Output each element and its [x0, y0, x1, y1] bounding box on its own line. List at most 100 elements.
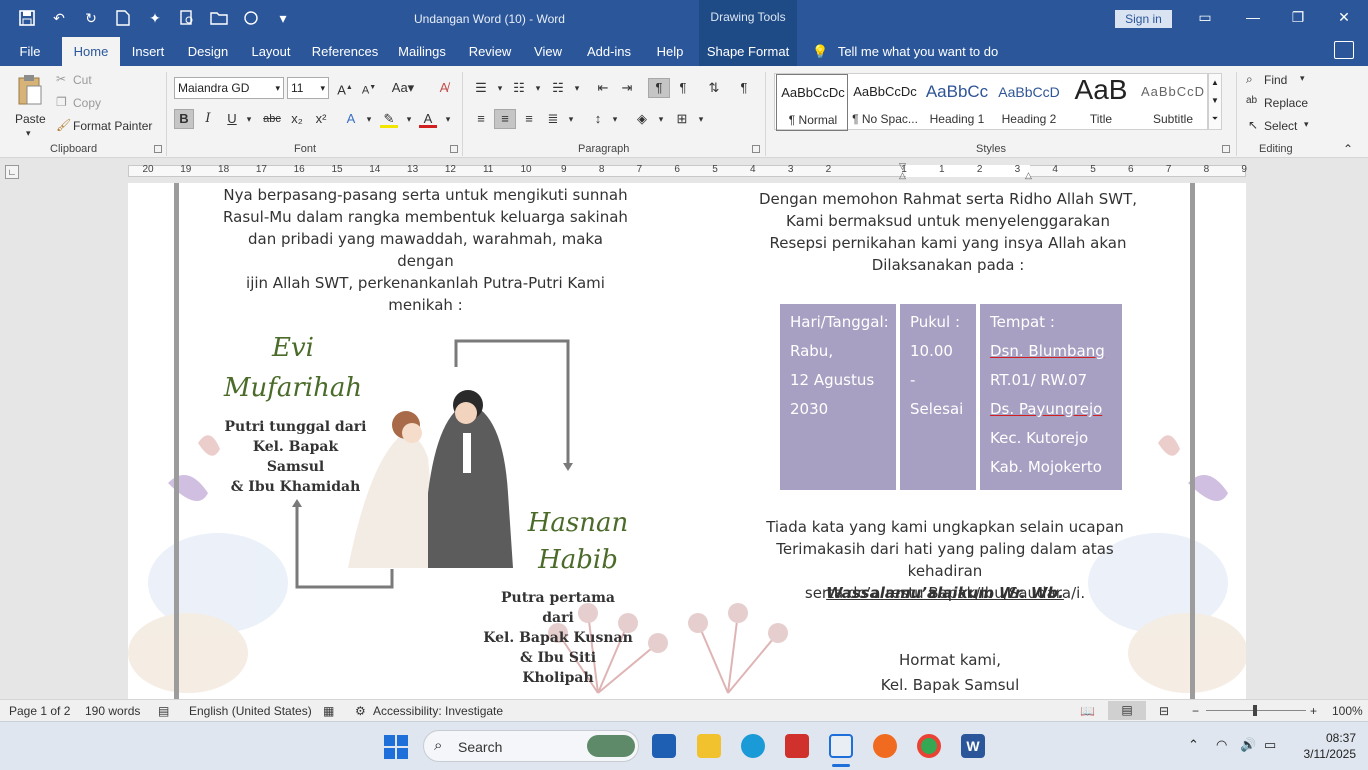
grow-font-icon[interactable]: A▲	[336, 79, 354, 97]
sign-in-button[interactable]: Sign in	[1115, 10, 1172, 28]
signature-text[interactable]: Kel. Bapak Samsul	[840, 674, 1060, 696]
clock[interactable]: 08:37 3/11/2025	[1290, 730, 1357, 762]
style-heading-1[interactable]: AaBbCc Heading 1	[921, 74, 993, 131]
italic-button[interactable]: I	[199, 110, 217, 128]
comments-icon[interactable]	[1334, 41, 1354, 59]
table-cell-time[interactable]: Pukul : 10.00 - Selesai	[900, 304, 976, 490]
font-family-select[interactable]: Maiandra GD ▾	[174, 77, 284, 99]
tab-shape-format[interactable]: Shape Format	[699, 37, 797, 66]
underline-button[interactable]: U	[223, 110, 241, 128]
left-intro-paragraph[interactable]: Nya berpasang-pasang serta untuk mengiku…	[218, 184, 633, 316]
tab-references[interactable]: References	[308, 37, 382, 66]
chevron-down-icon[interactable]: ▾	[240, 110, 258, 128]
tab-layout[interactable]: Layout	[244, 37, 298, 66]
decrease-indent-icon[interactable]: ⇤	[594, 79, 612, 97]
tab-help[interactable]: Help	[648, 37, 692, 66]
cut-button[interactable]: ✂ Cut	[56, 72, 116, 90]
hanging-indent-marker[interactable]: △	[899, 170, 906, 181]
tab-mailings[interactable]: Mailings	[390, 37, 454, 66]
accessibility-status[interactable]: Accessibility: Investigate	[373, 704, 503, 718]
right-indent-marker[interactable]: △	[1025, 170, 1032, 181]
style-subtitle[interactable]: AaBbCcD Subtitle	[1137, 74, 1209, 131]
align-center-icon[interactable]: ≡	[494, 109, 516, 129]
bullets-icon[interactable]: ☰	[472, 79, 490, 97]
print-preview-icon[interactable]	[174, 6, 200, 30]
macro-icon[interactable]: ▦	[323, 704, 334, 718]
groom-first-name[interactable]: Hasnan	[508, 508, 648, 538]
ribbon-display-options-icon[interactable]: ▭	[1190, 6, 1220, 28]
justify-icon[interactable]: ≣	[544, 110, 562, 128]
clipboard-launcher-icon[interactable]	[154, 145, 162, 153]
chevron-down-icon[interactable]: ▾	[491, 79, 509, 97]
proofing-icon[interactable]: ▤	[158, 704, 169, 718]
align-right-icon[interactable]: ≡	[520, 110, 538, 128]
accessibility-icon[interactable]: ⚙	[355, 704, 366, 718]
tab-design[interactable]: Design	[182, 37, 234, 66]
shading-icon[interactable]: ◈	[633, 110, 651, 128]
multilevel-list-icon[interactable]: ☵	[549, 79, 567, 97]
undo-icon[interactable]: ↶	[46, 6, 72, 30]
tab-selector-icon[interactable]: ∟	[5, 165, 19, 179]
chevron-down-icon[interactable]: ▾	[568, 79, 586, 97]
zoom-slider-thumb[interactable]	[1253, 705, 1257, 716]
styles-gallery-scroll[interactable]: ▲ ▼ ⏷	[1208, 73, 1222, 130]
chevron-down-icon[interactable]: ▾	[692, 110, 710, 128]
collapse-ribbon-icon[interactable]: ⌃	[1343, 142, 1353, 156]
word-icon[interactable]: W	[961, 734, 985, 758]
word-count[interactable]: 190 words	[85, 704, 140, 718]
more-styles-icon[interactable]: ⏷	[1209, 110, 1221, 128]
customize-qat-icon[interactable]: ▾	[270, 6, 296, 30]
firefox-icon[interactable]	[873, 734, 897, 758]
chevron-up-icon[interactable]: ⌃	[1188, 737, 1199, 753]
align-left-icon[interactable]: ≡	[472, 110, 490, 128]
zoom-out-icon[interactable]: −	[1192, 704, 1199, 718]
groom-last-name[interactable]: Habib	[508, 545, 648, 575]
paste-button[interactable]: Paste ▾	[12, 72, 50, 138]
line-spacing-icon[interactable]: ↕	[589, 110, 607, 128]
page-count[interactable]: Page 1 of 2	[9, 704, 70, 718]
strikethrough-button[interactable]: abc	[260, 110, 284, 128]
font-color-icon[interactable]: A	[419, 110, 437, 128]
tab-home[interactable]: Home	[62, 37, 120, 66]
salam-text[interactable]: Wassalamu’alaikum Wr. Wb.	[740, 582, 1150, 604]
find-button[interactable]: ⌕ Find ▾	[1246, 72, 1316, 90]
tab-view[interactable]: View	[526, 37, 570, 66]
chevron-down-icon[interactable]: ▾	[529, 79, 547, 97]
zoom-in-icon[interactable]: +	[1310, 704, 1317, 718]
show-formatting-marks-icon[interactable]: ¶	[735, 79, 753, 97]
zoom-level[interactable]: 100%	[1332, 704, 1363, 718]
tab-review[interactable]: Review	[462, 37, 518, 66]
style-title[interactable]: AaB Title	[1065, 74, 1137, 131]
tell-me-search[interactable]: 💡 Tell me what you want to do	[812, 37, 998, 66]
hormat-text[interactable]: Hormat kami,	[840, 649, 1060, 671]
chevron-down-icon[interactable]: ▾	[439, 110, 457, 128]
highlight-icon[interactable]: ✎	[380, 110, 398, 128]
table-cell-date[interactable]: Hari/Tanggal: Rabu, 12 Agustus 2030	[780, 304, 896, 490]
increase-indent-icon[interactable]: ⇥	[618, 79, 636, 97]
windows-start-icon[interactable]	[384, 735, 408, 762]
scroll-down-icon[interactable]: ▼	[1209, 92, 1221, 110]
wifi-icon[interactable]: ◠	[1216, 737, 1227, 753]
format-painter-button[interactable]: 🖌 Format Painter	[56, 118, 156, 136]
groom-family[interactable]: Putra pertama dari Kel. Bapak Kusnan & I…	[483, 588, 633, 688]
close-icon[interactable]: ✕	[1329, 6, 1359, 28]
borders-icon[interactable]: ⊞	[673, 110, 691, 128]
font-launcher-icon[interactable]	[450, 145, 458, 153]
taskbar-search[interactable]: ⌕ Search	[423, 730, 639, 762]
text-effects-icon[interactable]: A	[342, 110, 360, 128]
sort-icon[interactable]: ⇅	[705, 79, 723, 97]
table-cell-place[interactable]: Tempat : Dsn. Blumbang RT.01/ RW.07 Ds. …	[980, 304, 1122, 490]
style-normal[interactable]: AaBbCcDc ¶ Normal	[776, 74, 848, 131]
redo-icon[interactable]: ↻	[78, 6, 104, 30]
web-layout-icon[interactable]: ⊟	[1159, 704, 1169, 718]
language[interactable]: English (United States)	[189, 704, 312, 718]
chevron-down-icon[interactable]: ▾	[360, 110, 378, 128]
tab-add-ins[interactable]: Add-ins	[578, 37, 640, 66]
chevron-down-icon[interactable]: ▾	[400, 110, 418, 128]
read-mode-icon[interactable]: 📖	[1080, 704, 1095, 718]
open-folder-icon[interactable]	[206, 6, 232, 30]
minimize-icon[interactable]: —	[1238, 6, 1268, 28]
battery-icon[interactable]: ▭	[1264, 737, 1276, 753]
tab-file[interactable]: File	[8, 37, 52, 66]
edge-icon[interactable]	[741, 734, 765, 758]
